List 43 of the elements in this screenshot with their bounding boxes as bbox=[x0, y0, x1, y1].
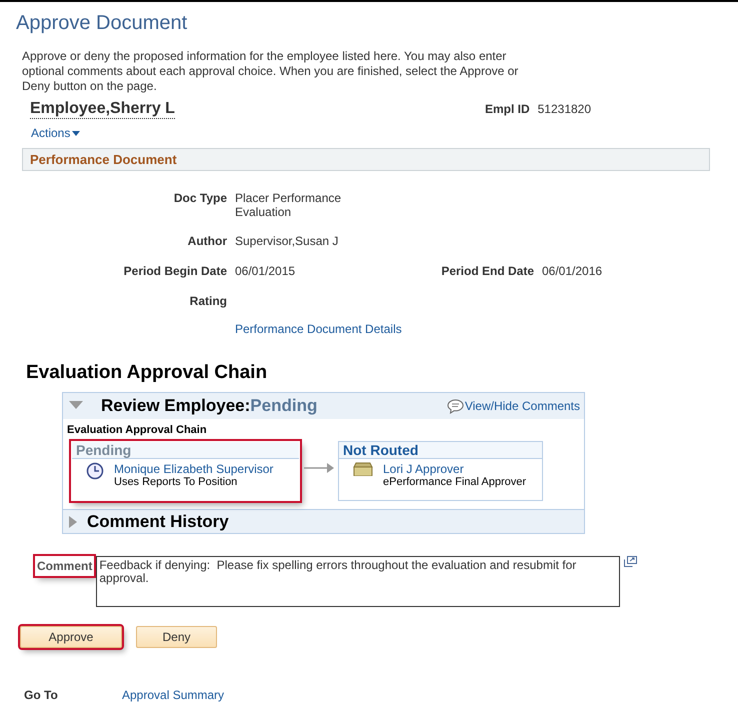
approver-link[interactable]: Monique Elizabeth Supervisor bbox=[114, 462, 274, 476]
actions-menu[interactable]: Actions bbox=[31, 126, 80, 140]
section-title: Performance Document bbox=[30, 152, 177, 167]
comment-label: Comment bbox=[35, 556, 94, 576]
field-label: Period End Date bbox=[440, 264, 534, 279]
speech-bubble-icon bbox=[446, 398, 464, 414]
view-hide-comments-link[interactable]: View/Hide Comments bbox=[464, 399, 580, 413]
arrow-icon bbox=[304, 463, 334, 473]
field-label: Period Begin Date bbox=[122, 264, 227, 279]
collapse-arrow-icon[interactable] bbox=[69, 401, 83, 411]
section-heading: Evaluation Approval Chain bbox=[26, 362, 268, 384]
review-title: Review Employee: bbox=[101, 396, 250, 416]
review-status: Pending bbox=[250, 396, 318, 416]
field-value: 06/01/2016 bbox=[542, 264, 604, 279]
field-label: Rating bbox=[188, 294, 227, 309]
approval-summary-link[interactable]: Approval Summary bbox=[122, 688, 224, 702]
approver-role: Uses Reports To Position bbox=[114, 476, 238, 488]
instructions-text: Approve or deny the proposed information for the employee listed here. You may also enter optional comments about each approval choice. When you are finished, select the Approve or Deny button on the page. bbox=[22, 49, 520, 94]
expand-window-icon[interactable] bbox=[624, 556, 638, 567]
expand-arrow-icon[interactable] bbox=[69, 516, 77, 528]
field-label: Author bbox=[186, 234, 227, 249]
field-value: Supervisor,Susan J bbox=[235, 234, 340, 249]
inbox-tray-icon bbox=[353, 462, 373, 476]
approver-link[interactable]: Lori J Approver bbox=[383, 462, 526, 476]
details-link[interactable]: Performance Document Details bbox=[235, 322, 738, 336]
step-status: Not Routed bbox=[339, 442, 542, 459]
field-label: Doc Type bbox=[172, 191, 227, 207]
field-value: 06/01/2015 bbox=[235, 264, 296, 279]
approver-role: ePerformance Final Approver bbox=[383, 476, 526, 488]
clock-icon bbox=[86, 462, 104, 480]
field-value: 51231820 bbox=[538, 102, 592, 116]
chain-subtitle: Evaluation Approval Chain bbox=[66, 423, 208, 436]
comment-history-title: Comment History bbox=[87, 512, 229, 532]
comment-field[interactable]: Feedback if denying: Please fix spelling errors throughout the evaluation and resubmit for approval. bbox=[96, 556, 620, 607]
action-button[interactable]: Approve bbox=[20, 626, 122, 648]
step-status: Pending bbox=[72, 442, 299, 459]
goto-label: Go To bbox=[24, 688, 59, 702]
page-title: Approve Document bbox=[16, 12, 188, 35]
field-label: Empl ID bbox=[484, 102, 530, 116]
action-button[interactable]: Deny bbox=[136, 626, 217, 648]
caret-icon bbox=[72, 130, 80, 136]
field-value: Placer Performance Evaluation bbox=[235, 191, 342, 219]
employee-name[interactable]: Employee,Sherry L bbox=[30, 100, 175, 118]
